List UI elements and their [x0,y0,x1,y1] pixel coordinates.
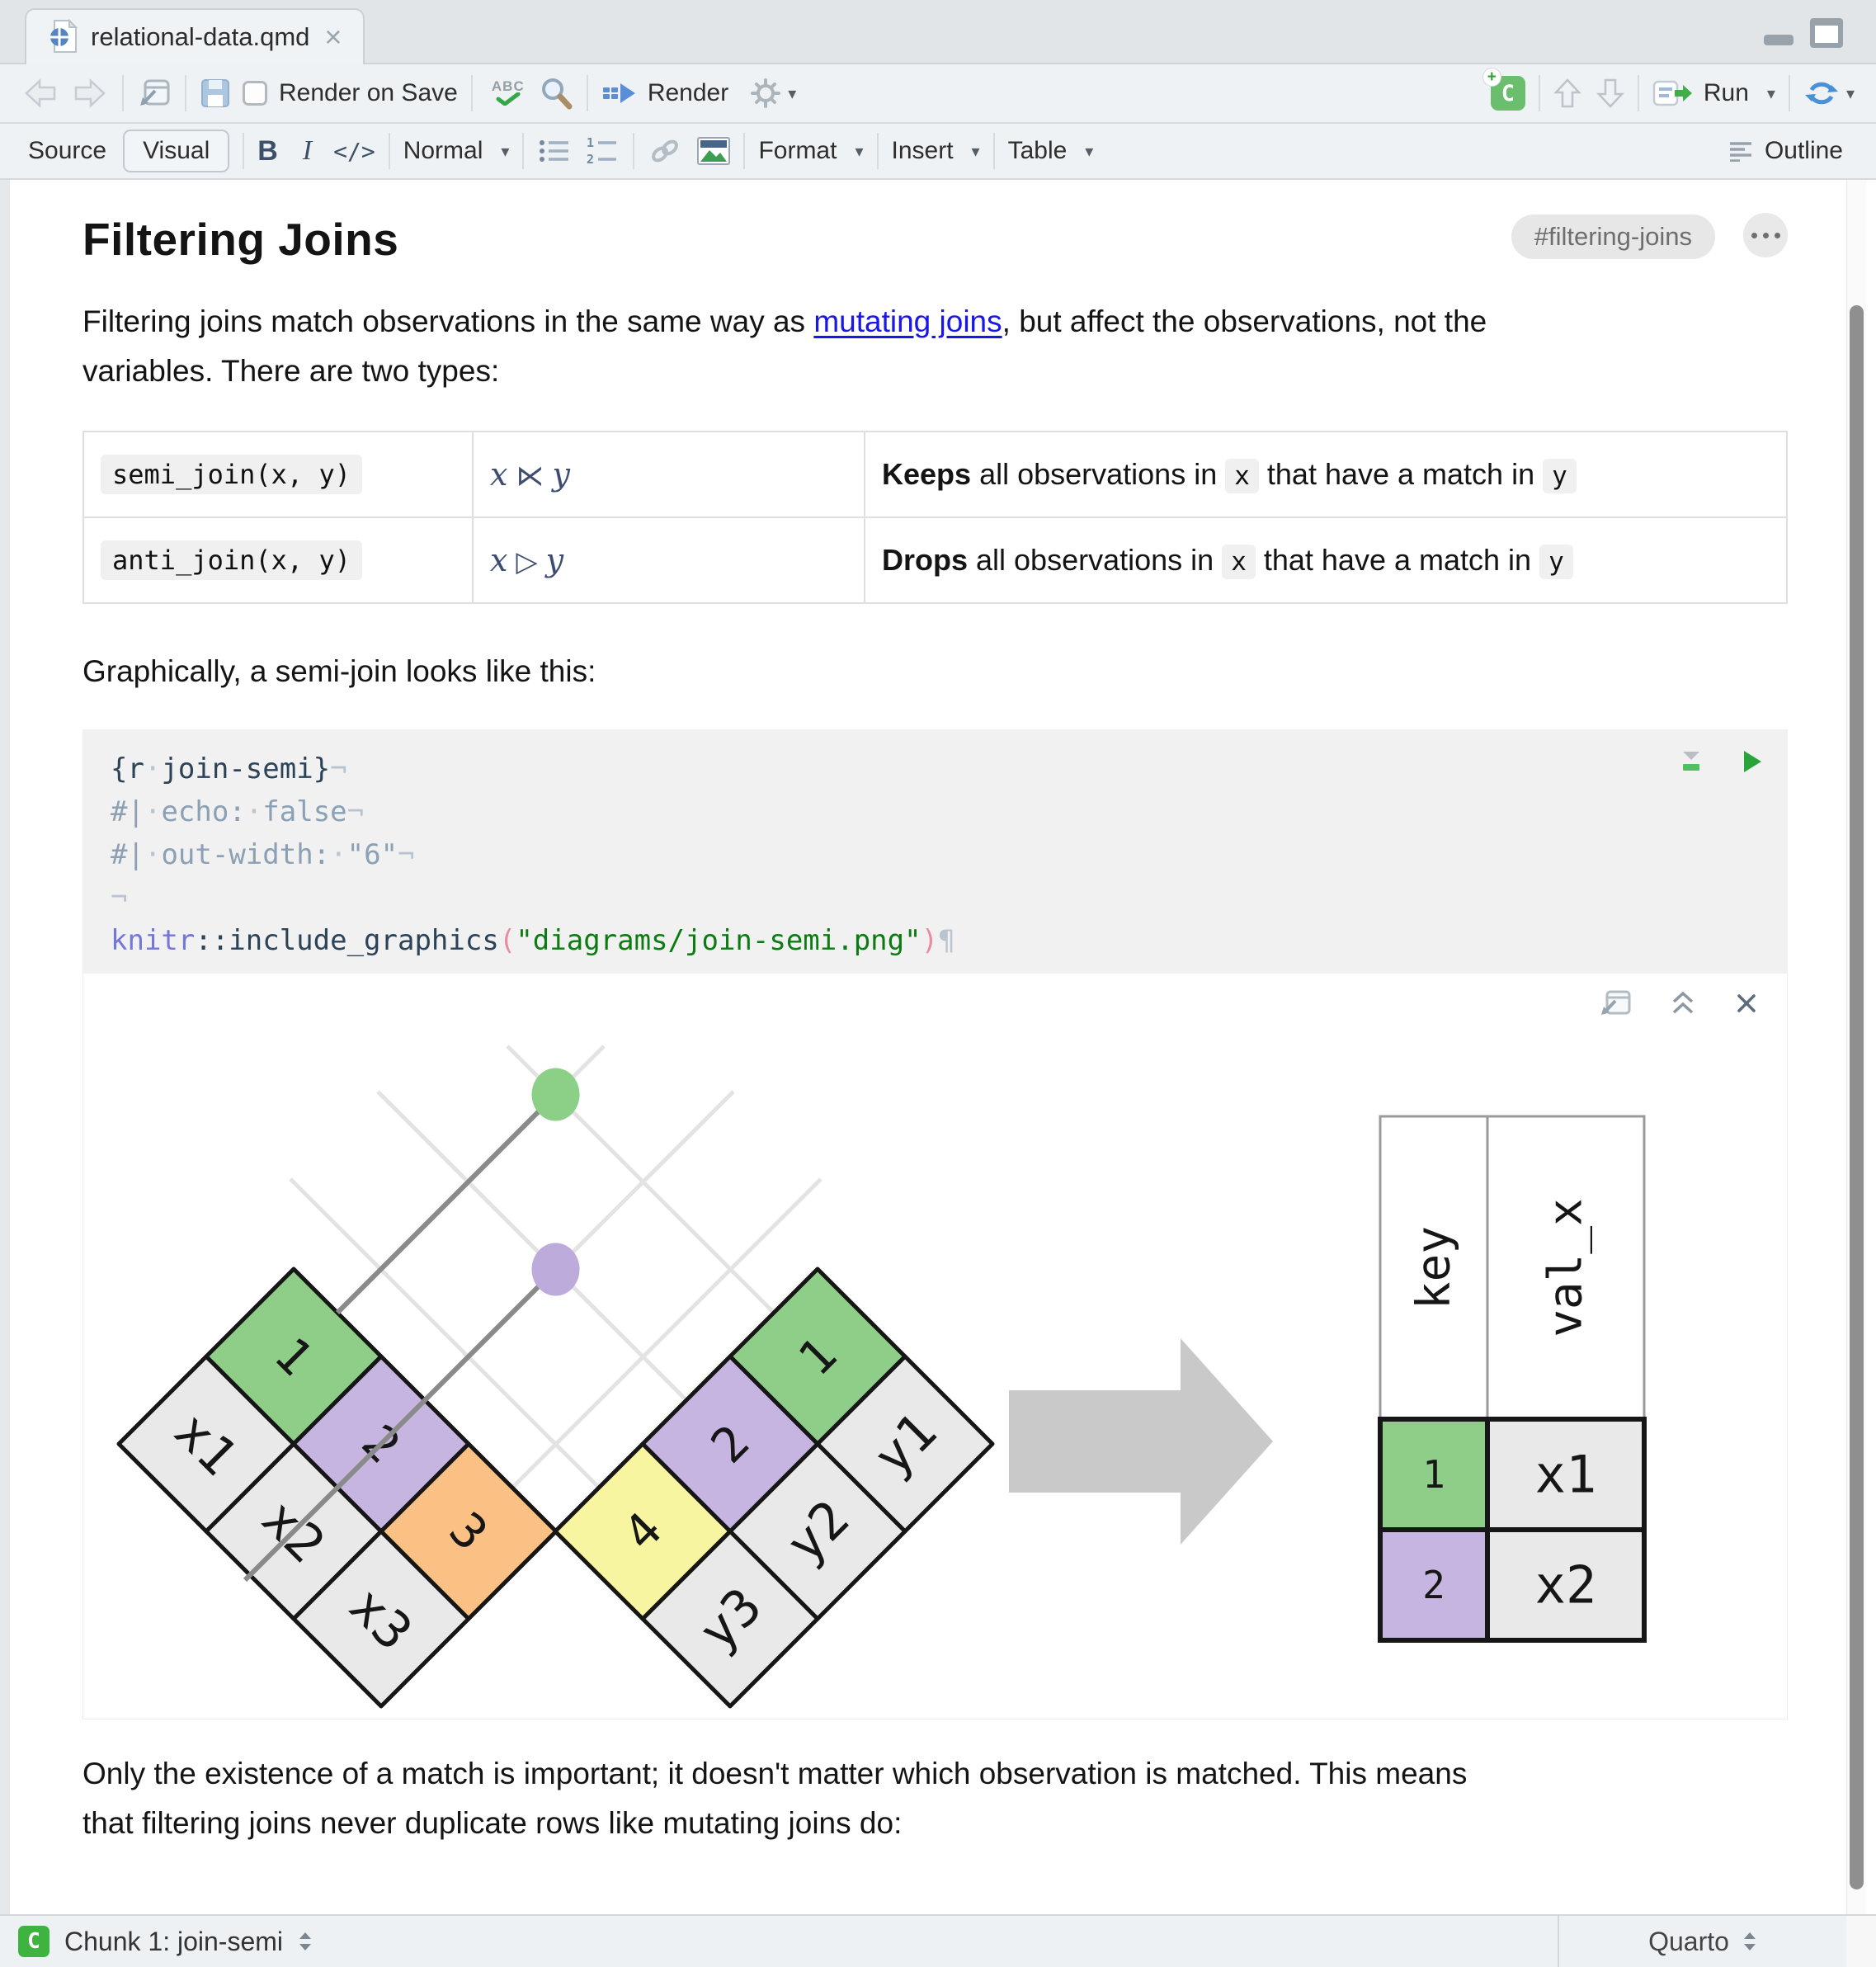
chunk-status-label[interactable]: Chunk 1: join-semi [64,1927,283,1957]
chunk-code-line[interactable]: #|·echo:·false¬ [111,790,1763,833]
plus-icon: + [1482,68,1501,86]
tab-close-icon[interactable]: × [324,22,342,52]
run-button[interactable]: Run ▾ [1652,79,1775,107]
search-icon[interactable] [539,76,573,111]
insert-menu[interactable]: Insert ▾ [892,137,980,165]
chunk-output: 1x12x23x31y12y24y3keyval_x1x12x2 [82,974,1788,1719]
maximize-icon[interactable] [1810,18,1843,48]
render-on-save-label: Render on Save [279,79,458,106]
chunk-code-line[interactable]: knitr::include_graphics("diagrams/join-s… [111,919,1763,962]
document-body: Filtering Joins #filtering-joins Filteri… [10,213,1788,1848]
vertical-scrollbar[interactable] [1846,180,1866,1914]
clear-output-icon[interactable] [1734,991,1759,1016]
numbered-list-icon[interactable]: 1 2 [585,136,620,166]
minimize-icon[interactable] [1764,35,1794,45]
join-math: x ▷ y [490,542,564,578]
svg-text:x1: x1 [1535,1445,1597,1505]
collapse-output-icon[interactable] [1670,991,1696,1016]
chunk-code-line[interactable]: #|·out-width:·"6"¬ [111,833,1763,876]
save-icon[interactable] [200,78,231,109]
chunk-nav-updown-icon[interactable] [298,1931,313,1952]
outline-toggle[interactable]: Outline [1728,137,1843,165]
forward-icon[interactable] [71,78,109,109]
graphically-paragraph[interactable]: Graphically, a semi-join looks like this… [82,647,1788,696]
open-new-window-icon[interactable] [137,78,172,109]
svg-text:1: 1 [587,136,594,150]
chunk-code-line[interactable]: ¬ [111,876,1763,919]
status-bar: C Chunk 1: join-semi Quarto [0,1914,1876,1967]
tab-title: relational-data.qmd [91,22,310,51]
image-icon[interactable] [697,137,731,165]
run-label: Run [1703,79,1749,106]
mode-updown-icon [1743,1932,1756,1950]
link-icon[interactable] [648,136,682,166]
render-button[interactable]: Render [601,79,728,107]
join-description: Drops all observations in x that have a … [882,543,1573,579]
join-fn-code: semi_join(x, y) [101,455,362,494]
quarto-file-icon [50,19,78,53]
join-fn-code: anti_join(x, y) [101,540,362,580]
mutating-joins-link[interactable]: mutating joins [813,304,1002,338]
output-popout-icon[interactable] [1599,988,1632,1018]
go-previous-chunk-icon[interactable] [1553,78,1581,109]
svg-text:1: 1 [1422,1452,1445,1497]
render-settings-gear-icon[interactable] [750,78,781,109]
bullet-list-icon[interactable] [537,136,572,166]
editor-pane: Filtering Joins #filtering-joins Filteri… [10,180,1876,1914]
rerun-source-icon[interactable] [1803,78,1840,108]
join-description: Keeps all observations in x that have a … [882,457,1577,493]
section-options-icon[interactable] [1743,213,1788,257]
run-caret-icon: ▾ [1766,84,1775,103]
bold-button[interactable]: B [257,135,278,167]
join-table-row[interactable]: semi_join(x, y) x ⋉ y Keeps all observations… [82,431,1788,518]
join-table-row[interactable]: anti_join(x, y) x ▷ y Drops all observations… [82,517,1788,604]
page-title[interactable]: Filtering Joins [82,213,1511,266]
run-chunk-icon[interactable] [1742,749,1763,774]
render-on-save[interactable]: Render on Save [243,79,458,107]
svg-text:2: 2 [587,152,594,166]
svg-text:x2: x2 [1535,1555,1597,1616]
intro-paragraph[interactable]: Filtering joins match observations in th… [82,297,1788,396]
chunk-code-line[interactable]: {r·join-semi}¬ [111,748,1763,790]
join-types-table[interactable]: semi_join(x, y) x ⋉ y Keeps all observations… [82,431,1788,604]
document-mode-selector[interactable]: Quarto [1558,1916,1846,1967]
render-settings-caret-icon[interactable]: ▾ [788,83,796,104]
go-next-chunk-icon[interactable] [1596,78,1624,109]
render-label: Render [647,79,729,106]
code-chunk[interactable]: {r·join-semi}¬ #|·echo:·false¬ #|·out-widt… [82,729,1788,974]
code-format-button[interactable]: </> [333,138,375,165]
scrollbar-thumb[interactable] [1850,305,1864,1889]
rstudio-window: relational-data.qmd × Render on Save ABC… [0,0,1876,1967]
paragraph-style-dropdown[interactable]: Normal ▾ [403,137,510,165]
window-controls [1764,18,1843,48]
outro-paragraph[interactable]: Only the existence of a match is importa… [82,1749,1788,1848]
format-toolbar: Source Visual B I </> Normal ▾ 1 2 Forma… [0,124,1876,180]
tab-relational-data[interactable]: relational-data.qmd × [25,8,365,64]
run-icon [1652,80,1692,106]
insert-chunk-button[interactable]: C + [1482,68,1525,111]
run-chunks-above-icon[interactable] [1677,749,1705,774]
render-on-save-checkbox[interactable] [243,81,267,106]
format-menu[interactable]: Format ▾ [758,137,863,165]
svg-text:2: 2 [1422,1563,1445,1607]
outline-icon [1729,142,1751,162]
spellcheck-icon[interactable]: ABC [486,79,530,106]
back-icon[interactable] [21,78,59,109]
chunk-language-badge: C [18,1926,49,1957]
style-caret-icon: ▾ [501,142,510,161]
render-icon [602,83,635,103]
svg-text:key: key [1407,1226,1461,1309]
tab-bar: relational-data.qmd × [0,0,1876,64]
main-toolbar: Render on Save ABC Render ▾ C + Run ▾ ▾ [0,64,1876,124]
italic-button[interactable]: I [298,135,317,167]
visual-mode-button[interactable]: Visual [123,130,230,172]
chunk-code[interactable]: {r·join-semi}¬ #|·echo:·false¬ #|·out-widt… [111,748,1763,962]
join-math: x ⋉ y [490,456,570,493]
semi-join-diagram: 1x12x23x31y12y24y3keyval_x1x12x2 [116,1045,1647,1709]
source-mode-button[interactable]: Source [28,137,106,165]
svg-text:val_x: val_x [1539,1198,1593,1337]
table-menu[interactable]: Table ▾ [1008,137,1094,165]
rerun-caret-icon[interactable]: ▾ [1846,83,1855,104]
section-anchor-badge: #filtering-joins [1511,215,1715,259]
